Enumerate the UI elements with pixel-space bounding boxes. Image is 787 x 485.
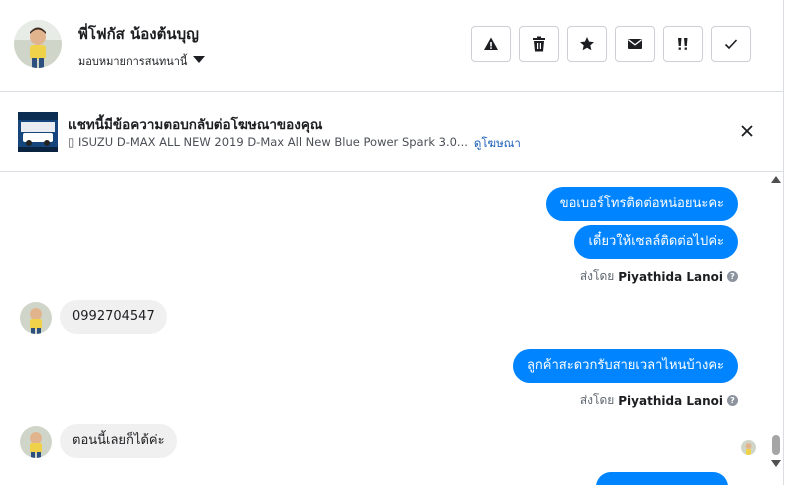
message-bubble-incoming[interactable]: ตอนนี้เลยก็ได้ค่ะ <box>60 424 177 458</box>
sent-by-line: ส่งโดย Piyathida Lanoi ? <box>580 267 738 286</box>
message-bubble-outgoing-partial[interactable] <box>596 472 728 485</box>
sent-by-line: ส่งโดย Piyathida Lanoi ? <box>580 391 738 410</box>
delete-button[interactable] <box>519 26 559 62</box>
info-icon[interactable]: ? <box>727 271 738 282</box>
ad-info: ▯ ISUZU D-MAX ALL NEW 2019 D-Max All New… <box>68 135 521 153</box>
ad-notice-title: แชทนี้มีข้อความตอบกลับต่อโฆษณาของคุณ <box>68 117 323 133</box>
sent-by-prefix: ส่งโดย <box>579 393 615 407</box>
scroll-thumb[interactable] <box>772 435 780 455</box>
sent-by-name: Piyathida Lanoi <box>618 393 723 408</box>
scroll-up-icon[interactable] <box>771 176 781 183</box>
mark-done-button[interactable] <box>711 26 751 62</box>
star-button[interactable] <box>567 26 607 62</box>
contact-avatar-small[interactable] <box>20 302 52 334</box>
sent-by-prefix: ส่งโดย <box>579 269 615 283</box>
caret-down-icon <box>193 55 206 63</box>
assign-conversation-dropdown[interactable]: มอบหมายการสนทนานี้ <box>78 52 206 70</box>
follow-up-icon <box>678 38 688 50</box>
message-bubble-outgoing[interactable]: ขอเบอร์โทรติดต่อหน่อยนะคะ <box>545 187 738 221</box>
close-icon <box>741 125 753 137</box>
envelope-icon <box>628 39 642 49</box>
thread-scrollbar[interactable] <box>768 172 784 485</box>
conversation-actions <box>471 26 751 62</box>
info-icon[interactable]: ? <box>727 395 738 406</box>
ad-thumbnail[interactable] <box>18 112 58 152</box>
close-notice-button[interactable] <box>738 122 756 140</box>
sent-by-name: Piyathida Lanoi <box>618 269 723 284</box>
message-bubble-outgoing[interactable]: เดี๋ยวให้เซลล์ติดต่อไปค่ะ <box>574 225 738 259</box>
trash-icon <box>533 36 545 52</box>
warning-icon <box>484 37 498 50</box>
scroll-down-icon[interactable] <box>771 460 781 467</box>
assign-label: มอบหมายการสนทนานี้ <box>78 55 188 68</box>
view-ad-link[interactable]: ดูโฆษณา <box>474 135 521 153</box>
follow-up-button[interactable] <box>663 26 703 62</box>
mark-spam-button[interactable] <box>471 26 511 62</box>
conversation-header: พี่โฟกัส น้องต้นบุญ มอบหมายการสนทนานี้ <box>0 0 784 92</box>
mark-unread-button[interactable] <box>615 26 655 62</box>
ad-reply-notice: แชทนี้มีข้อความตอบกลับต่อโฆษณาของคุณ ▯ I… <box>0 92 784 172</box>
contact-avatar[interactable] <box>14 20 62 68</box>
conversation-panel: พี่โฟกัส น้องต้นบุญ มอบหมายการสนทนานี้ แ… <box>0 0 784 485</box>
message-thread: ขอเบอร์โทรติดต่อหน่อยนะคะ เดี๋ยวให้เซลล์… <box>0 172 768 485</box>
star-icon <box>580 37 594 51</box>
ad-text: ▯ ISUZU D-MAX ALL NEW 2019 D-Max All New… <box>68 135 468 149</box>
message-bubble-outgoing[interactable]: ลูกค้าสะดวกรับสายเวลาไหนบ้างคะ <box>512 349 738 383</box>
message-bubble-incoming[interactable]: 0992704547 <box>60 300 167 334</box>
contact-name: พี่โฟกัส น้องต้นบุญ <box>78 25 199 43</box>
checkmark-icon <box>724 39 738 50</box>
contact-avatar-small[interactable] <box>20 426 52 458</box>
seen-indicator-avatar <box>741 440 756 455</box>
